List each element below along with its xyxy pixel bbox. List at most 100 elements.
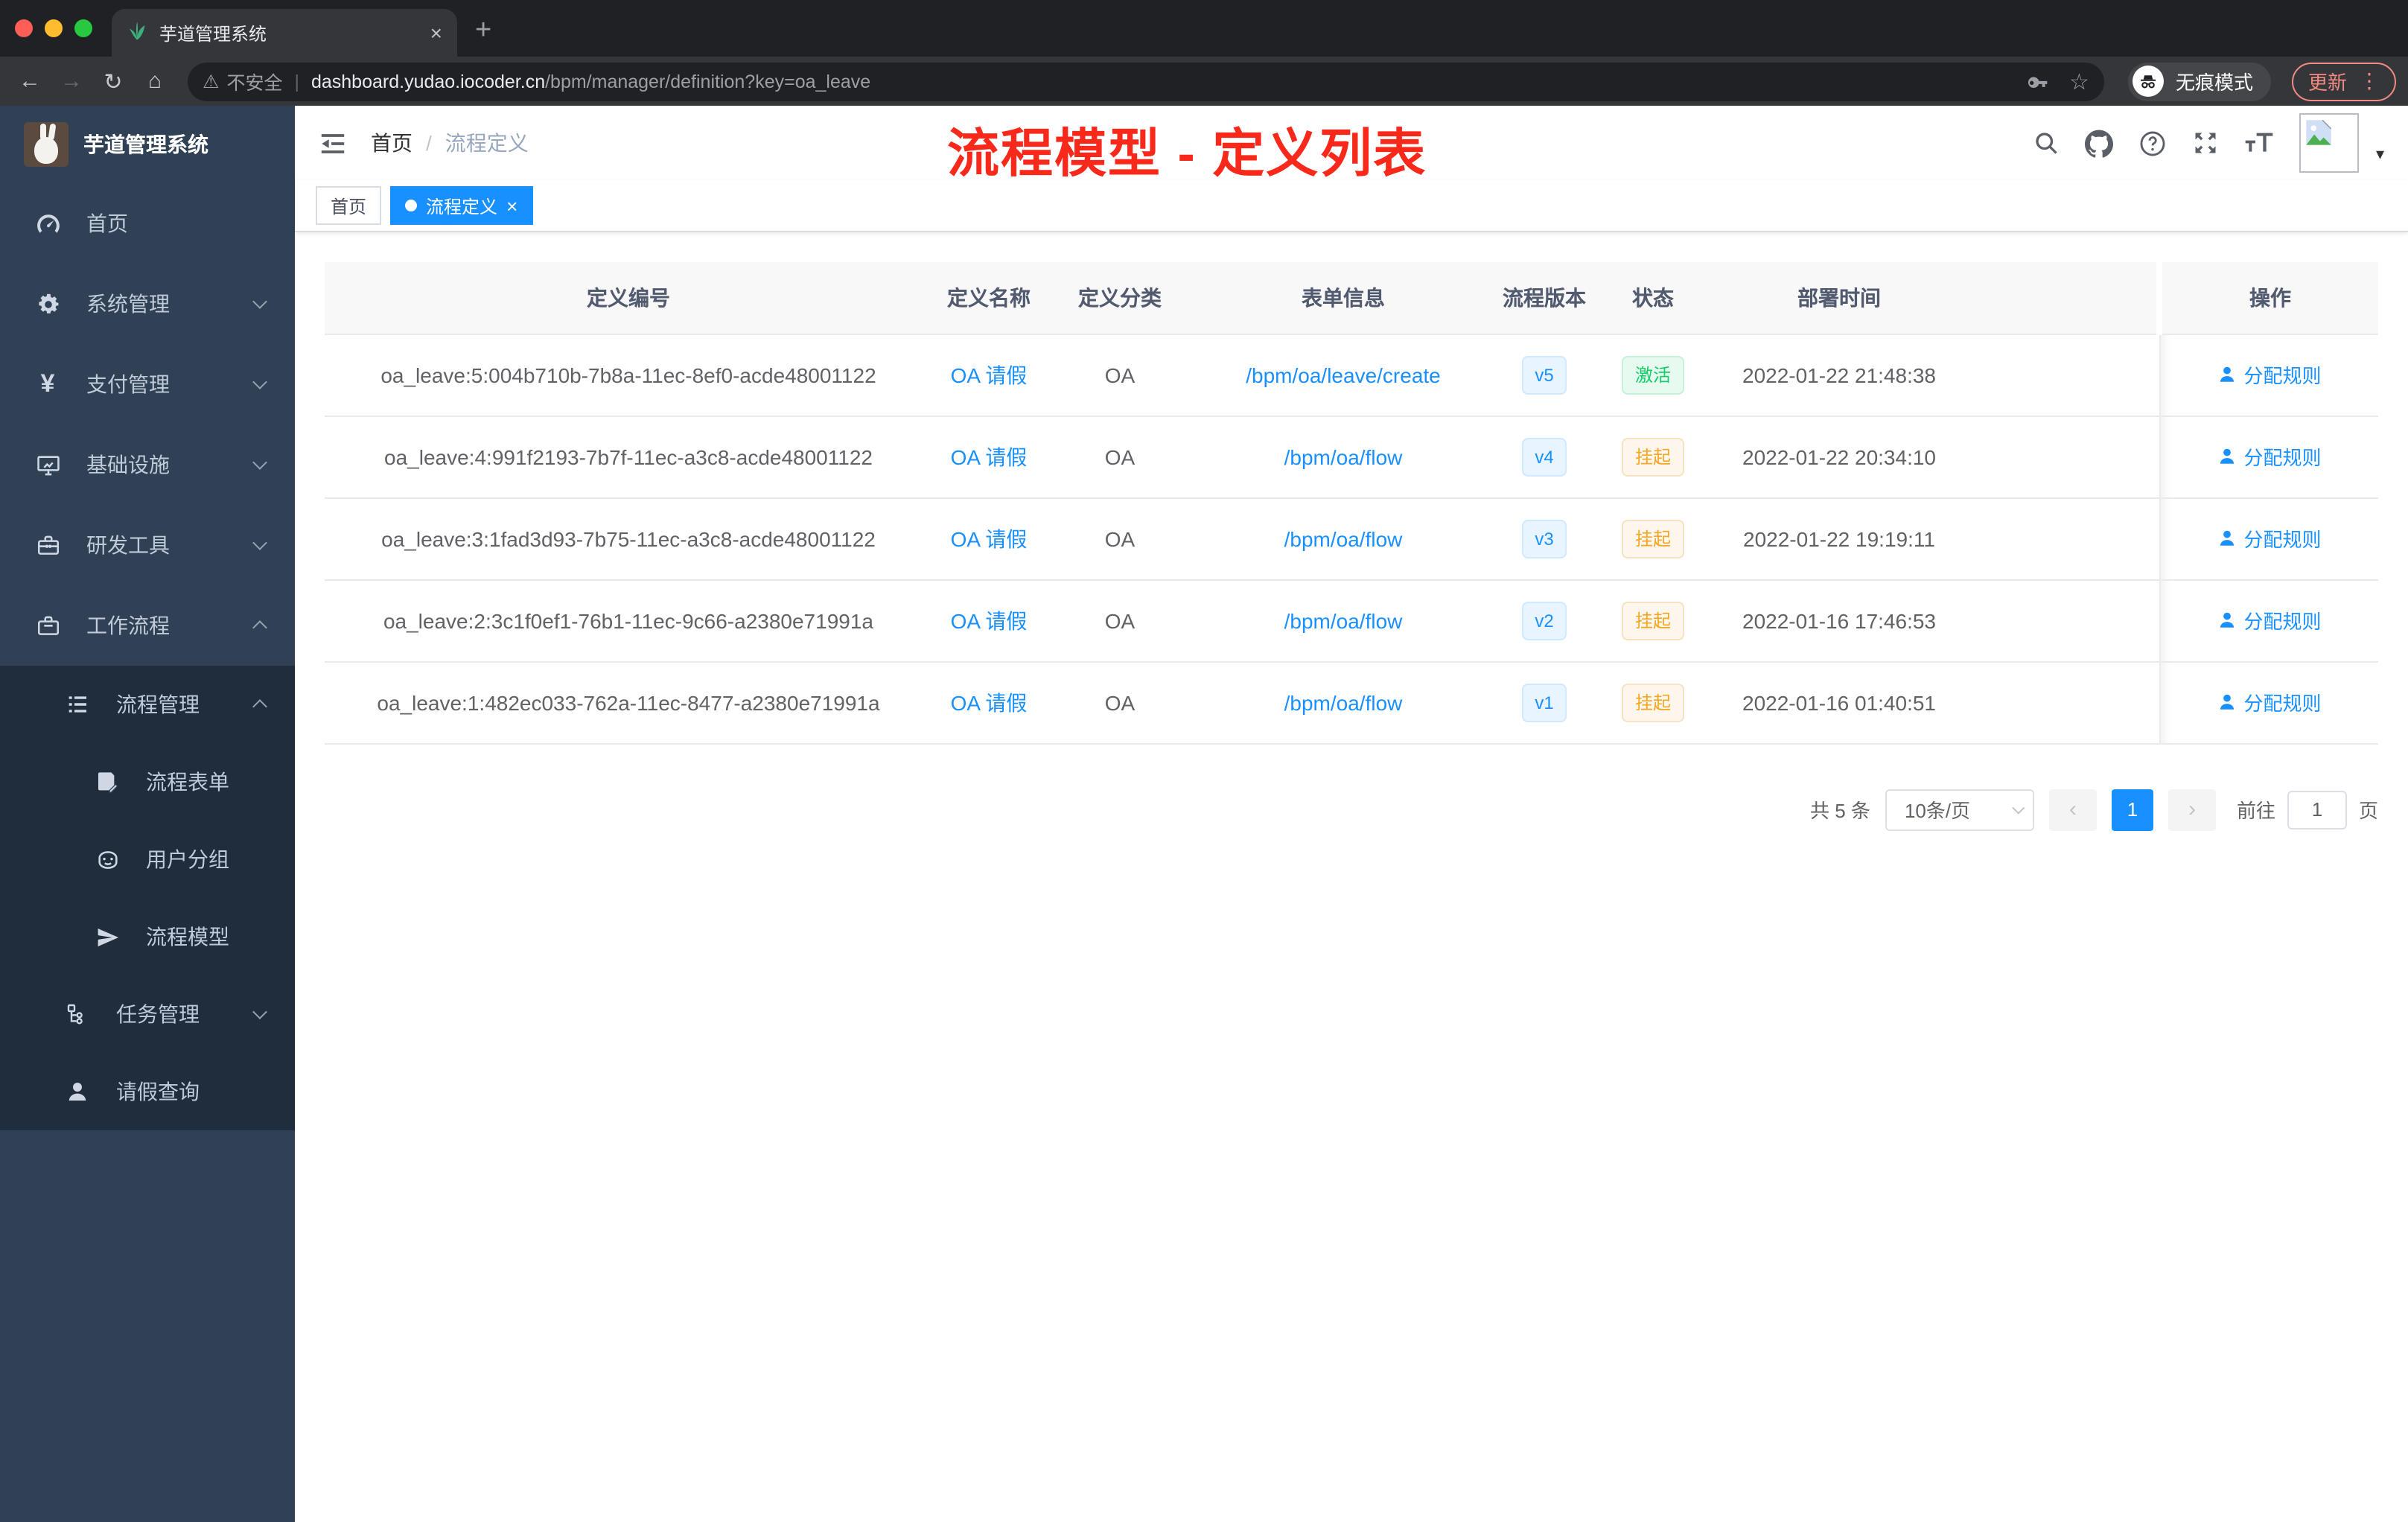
cell-form-info: /bpm/oa/flow [1194,661,1492,744]
version-badge: v3 [1521,519,1567,558]
maximize-window-button[interactable] [74,19,92,37]
breadcrumb-home[interactable]: 首页 [371,128,413,158]
active-dot [405,200,418,211]
table-row: oa_leave:2:3c1f0ef1-76b1-11ec-9c66-a2380… [325,579,2378,662]
cell-definition-id: oa_leave:3:1fad3d93-7b75-11ec-a3c8-acde4… [325,497,932,580]
tag-close-icon[interactable]: × [506,194,517,217]
cell-filler [1969,661,2159,744]
browser-update-button[interactable]: 更新 ⋮ [2291,62,2396,101]
browser-menu-icon[interactable]: ⋮ [2359,69,2380,94]
user-icon [2220,612,2234,628]
table-row: oa_leave:3:1fad3d93-7b75-11ec-a3c8-acde4… [325,497,2378,580]
url-path: /bpm/manager/definition?key=oa_leave [545,71,871,92]
avatar-caret-icon[interactable]: ▾ [2376,144,2384,163]
search-icon[interactable] [2033,130,2060,156]
cell-filler [1969,334,2159,416]
tab-close-icon[interactable]: × [430,22,442,43]
cell-version: v1 [1492,661,1596,744]
col-actions: 操作 [2156,262,2378,334]
sidebar-item-workflow[interactable]: 工作流程 [0,585,295,666]
collapse-sidebar-icon[interactable] [319,129,347,157]
assign-rule-link[interactable]: 分配规则 [2217,524,2322,553]
sidebar-item-home[interactable]: 首页 [0,183,295,264]
form-icon [89,770,125,794]
address-bar[interactable]: ⚠ 不安全 | dashboard.yudao.iocoder.cn/bpm/m… [188,62,2104,101]
sidebar-item-payment-management[interactable]: ¥ 支付管理 [0,344,295,424]
macos-window-controls[interactable] [15,19,92,37]
cell-definition-name: OA 请假 [932,579,1045,662]
sidebar-item-process-management[interactable]: 流程管理 [0,666,295,743]
forward-icon[interactable]: → [54,69,89,94]
chevron-down-icon [252,1004,267,1019]
cell-category: OA [1045,415,1194,498]
password-key-icon[interactable] [2025,69,2048,93]
cell-definition-id: oa_leave:5:004b710b-7b8a-11ec-8ef0-acde4… [325,334,932,416]
assign-rule-link[interactable]: 分配规则 [2217,360,2322,389]
sidebar-item-task-management[interactable]: 任务管理 [0,975,295,1053]
sidebar-item-process-model[interactable]: 流程模型 [0,898,295,975]
help-icon[interactable] [2139,129,2167,157]
robot-icon [89,847,125,872]
chevron-down-icon [252,294,267,309]
definition-name-link[interactable]: OA 请假 [951,608,1028,632]
form-link[interactable]: /bpm/oa/flow [1284,445,1403,468]
cell-deploy-time: 2022-01-22 21:48:38 [1710,334,1969,416]
bookmark-star-icon[interactable]: ☆ [2069,68,2089,95]
form-link[interactable]: /bpm/oa/leave/create [1246,363,1441,386]
tag-home[interactable]: 首页 [316,186,382,225]
url-domain: dashboard.yudao.iocoder.cn [310,71,546,92]
reload-icon[interactable]: ↻ [95,68,131,95]
browser-tab[interactable]: 芋道管理系统 × [112,9,457,57]
definition-name-link[interactable]: OA 请假 [951,445,1028,468]
back-icon[interactable]: ← [12,69,48,94]
yen-icon: ¥ [40,369,55,398]
goto-label: 前往 [2236,800,2275,822]
table-row: oa_leave:4:991f2193-7b7f-11ec-a3c8-acde4… [325,415,2378,498]
sidebar-item-dev-tools[interactable]: 研发工具 [0,505,295,585]
sidebar-item-process-form[interactable]: 流程表单 [0,743,295,821]
definition-name-link[interactable]: OA 请假 [951,363,1028,386]
font-size-icon[interactable] [2245,130,2275,156]
table-header-row: 定义编号 定义名称 定义分类 表单信息 流程版本 状态 部署时间 操作 [325,262,2378,334]
definition-table-body: oa_leave:5:004b710b-7b8a-11ec-8ef0-acde4… [325,334,2378,744]
pagination-total: 共 5 条 [1810,800,1870,822]
chevron-down-icon [2012,800,2025,814]
cell-actions: 分配规则 [2159,497,2378,580]
avatar[interactable] [2299,113,2360,173]
form-link[interactable]: /bpm/oa/flow [1284,690,1403,714]
status-badge: 挂起 [1621,683,1684,722]
breadcrumb: 首页 / 流程定义 [371,128,529,158]
monitor-icon [30,452,66,477]
assign-rule-link[interactable]: 分配规则 [2217,442,2322,471]
status-badge: 激活 [1621,355,1684,394]
tags-view: 首页 流程定义 × [295,180,2408,232]
cell-definition-name: OA 请假 [932,497,1045,580]
new-tab-button[interactable]: + [475,15,491,48]
prev-page-button[interactable]: ‹ [2048,789,2097,830]
sidebar-item-system-management[interactable]: 系统管理 [0,264,295,344]
assign-rule-link[interactable]: 分配规则 [2217,688,2322,716]
sidebar-item-infrastructure[interactable]: 基础设施 [0,424,295,505]
security-label[interactable]: 不安全 [226,67,282,95]
next-page-button[interactable]: › [2167,789,2216,830]
form-link[interactable]: /bpm/oa/flow [1284,608,1403,632]
sidebar-logo[interactable]: 芋道管理系统 [0,106,295,183]
tag-process-definition[interactable]: 流程定义 × [390,186,533,225]
home-icon[interactable]: ⌂ [137,69,173,94]
cell-definition-id: oa_leave:2:3c1f0ef1-76b1-11ec-9c66-a2380… [325,579,932,662]
github-icon[interactable] [2085,129,2114,157]
page-number-current[interactable]: 1 [2111,789,2153,830]
cell-form-info: /bpm/oa/leave/create [1194,334,1492,416]
sidebar-item-user-group[interactable]: 用户分组 [0,821,295,898]
close-window-button[interactable] [15,19,33,37]
goto-page-input[interactable] [2287,790,2347,829]
minimize-window-button[interactable] [45,19,63,37]
fullscreen-icon[interactable] [2193,130,2220,156]
sidebar-item-leave-query[interactable]: 请假查询 [0,1053,295,1130]
cell-category: OA [1045,334,1194,416]
form-link[interactable]: /bpm/oa/flow [1284,526,1403,550]
definition-name-link[interactable]: OA 请假 [951,690,1028,714]
page-size-select[interactable]: 10条/页 [1885,789,2034,830]
assign-rule-link[interactable]: 分配规则 [2217,606,2322,634]
definition-name-link[interactable]: OA 请假 [951,526,1028,550]
